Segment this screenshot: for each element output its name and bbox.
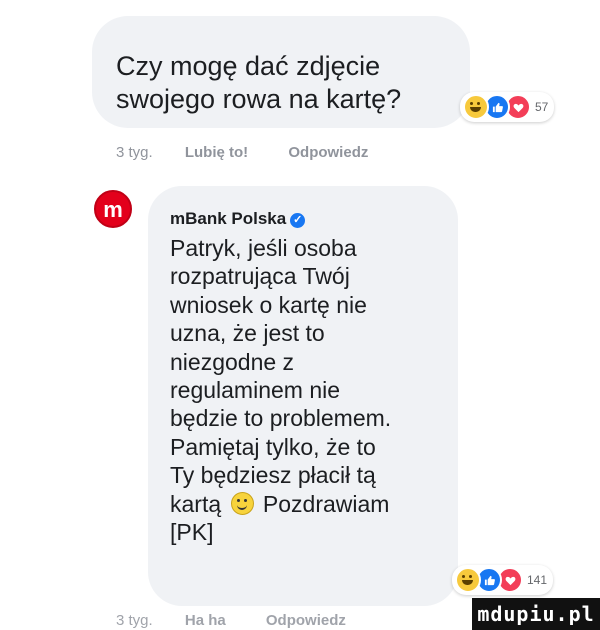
reaction-count: 57 <box>535 100 549 114</box>
comment-time[interactable]: 3 tyg. <box>116 144 153 161</box>
reply-line: regulaminem nie <box>170 377 341 404</box>
haha-reaction-icon <box>455 567 481 593</box>
avatar-letter: m <box>103 197 123 222</box>
comment-line: Czy mogę dać zdjęcie <box>116 51 381 81</box>
smile-emoji-icon <box>230 491 254 515</box>
reply-line: Ty będziesz płacił tą <box>170 462 376 489</box>
haha-link[interactable]: Ha ha <box>185 612 226 629</box>
reply-time[interactable]: 3 tyg. <box>116 612 153 629</box>
verified-badge-icon: ✓ <box>290 213 306 228</box>
reply-line: uzna, że jest to <box>170 320 325 347</box>
like-link[interactable]: Lubię to! <box>185 144 248 161</box>
reply-line: niezgodne z <box>170 348 295 375</box>
reply-line: będzie to problemem. <box>170 405 392 432</box>
haha-reaction-icon <box>463 94 489 120</box>
watermark-logo: mdupiu.pl <box>472 598 600 630</box>
comment-reactions[interactable]: 57 <box>460 92 555 122</box>
reply-actions: 3 tyg. Ha ha Odpowiedz <box>116 612 382 629</box>
author-name[interactable]: mBank Polska <box>170 209 286 228</box>
comment-text: Czy mogę dać zdjęcie swojego rowa na kar… <box>116 50 401 116</box>
comment-actions: 3 tyg. Lubię to! Odpowiedz <box>116 144 404 161</box>
reply-line: Pamiętaj tylko, że to <box>170 433 376 460</box>
reply-text: Patryk, jeśli osoba rozpatrująca Twój wn… <box>170 234 460 546</box>
reply-signature: [PK] <box>170 519 214 546</box>
reply-link[interactable]: Odpowiedz <box>288 144 368 161</box>
reply-author[interactable]: mBank Polska ✓ <box>170 209 306 229</box>
comment-line: swojego rowa na kartę? <box>116 84 402 114</box>
reply-link[interactable]: Odpowiedz <box>266 612 346 629</box>
reply-line: rozpatrująca Twój <box>170 263 350 290</box>
reaction-count: 141 <box>527 573 548 587</box>
reply-line: Patryk, jeśli osoba <box>170 235 357 261</box>
reply-reactions[interactable]: 141 <box>452 565 554 595</box>
reply-line: wniosek o kartę nie <box>170 291 367 318</box>
reply-word: kartą <box>170 490 222 517</box>
mbank-avatar[interactable]: m <box>94 190 132 228</box>
reply-line: kartą Pozdrawiam <box>170 490 460 518</box>
reply-word: Pozdrawiam <box>262 490 390 517</box>
